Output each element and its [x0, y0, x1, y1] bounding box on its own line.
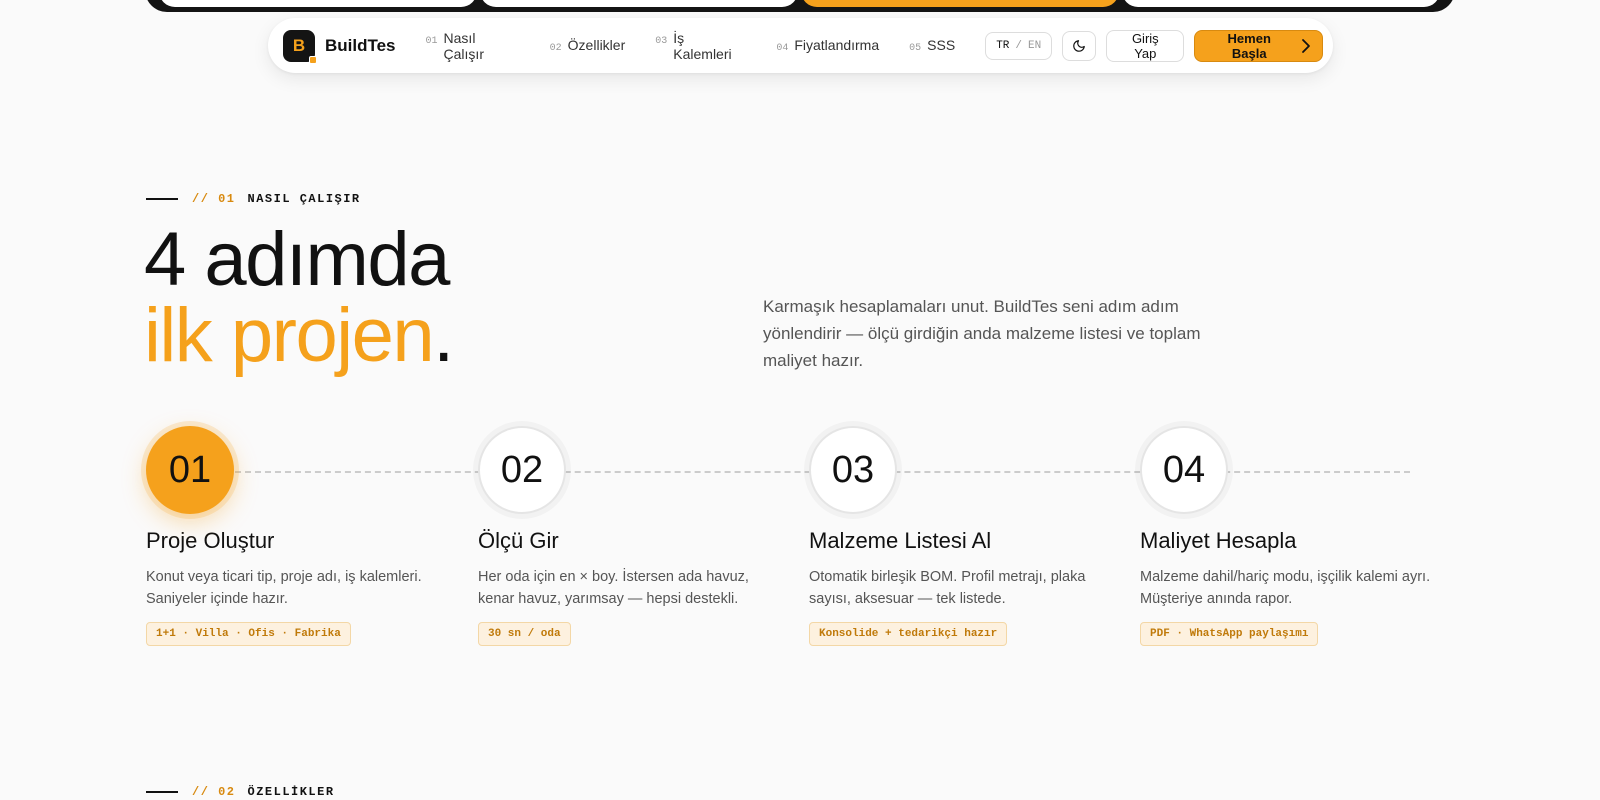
nav-link-label: Nasıl Çalışır	[443, 29, 484, 62]
step-title: Malzeme Listesi Al	[809, 528, 992, 553]
step-number-circle: 04	[1140, 426, 1228, 514]
nav-link-number: 02	[549, 43, 562, 54]
nav-links: 01 Nasıl Çalışır 02 Özellikler 03 İş Kal…	[426, 30, 986, 62]
step-number-circle: 01	[146, 426, 234, 514]
step-title: Ölçü Gir	[478, 528, 559, 553]
nav-link-fiyatlandirma[interactable]: 04 Fiyatlandırma	[776, 37, 879, 54]
section-label-line	[146, 198, 178, 200]
headline-period: .	[433, 293, 454, 378]
nav-link-label: SSS	[927, 37, 956, 53]
step-card: 02 Ölçü Gir Her oda için en × boy. İster…	[478, 426, 788, 646]
step-card: 04 Maliyet Hesapla Malzeme dahil/hariç m…	[1140, 426, 1450, 646]
nav-link-ozellikler[interactable]: 02 Özellikler	[550, 37, 626, 54]
theme-toggle-button[interactable]	[1062, 30, 1097, 61]
top-card	[1122, 0, 1440, 7]
step-description: Malzeme dahil/hariç modu, işçilik kalemi…	[1140, 569, 1431, 607]
lang-separator: /	[1015, 39, 1022, 52]
step-card: 03 Malzeme Listesi Al Otomatik birleşik …	[809, 426, 1119, 646]
navbar: B BuildTes 01 Nasıl Çalışır 02 Özellikle…	[268, 18, 1333, 73]
brand-logo-letter: B	[292, 35, 306, 55]
nav-actions: TR / EN Giriş Yap Hemen Başla	[985, 29, 1324, 62]
step-tag: PDF · WhatsApp paylaşımı	[1140, 622, 1319, 646]
nav-link-is-kalemleri[interactable]: 03 İş Kalemleri	[655, 30, 746, 62]
get-started-label: Hemen Başla	[1227, 30, 1271, 61]
step-card: 01 Proje Oluştur Konut veya ticari tip, …	[146, 426, 456, 646]
step-tag: Konsolide + tedarikçi hazır	[809, 622, 1008, 646]
chevron-right-icon	[1302, 38, 1310, 53]
headline-line-1: 4 adımda	[144, 217, 450, 302]
lang-en[interactable]: EN	[1028, 40, 1041, 52]
nav-link-number: 04	[776, 43, 789, 54]
step-tag: 1+1 · Villa · Ofis · Fabrika	[146, 622, 351, 646]
section-code: // 01	[192, 192, 236, 206]
step-description: Her oda için en × boy. İstersen ada havu…	[478, 569, 749, 607]
section-label-features: // 02 ÖZELLİKLER	[146, 785, 335, 799]
step-tag: 30 sn / oda	[478, 622, 571, 646]
section-code: // 02	[192, 785, 236, 799]
step-title: Proje Oluştur	[146, 528, 275, 553]
top-card	[480, 0, 798, 7]
nav-link-number: 03	[655, 35, 668, 47]
nav-link-sss[interactable]: 05 SSS	[909, 37, 955, 54]
top-strip	[145, 0, 1455, 12]
nav-link-label: İş Kalemleri	[673, 29, 732, 62]
moon-icon	[1073, 39, 1086, 52]
nav-link-number: 05	[909, 43, 922, 54]
nav-link-nasil-calisir[interactable]: 01 Nasıl Çalışır	[426, 30, 520, 62]
brand-logo-dot	[308, 55, 317, 64]
step-title: Maliyet Hesapla	[1140, 528, 1297, 553]
top-card-active	[801, 0, 1119, 7]
nav-link-label: Özellikler	[567, 37, 626, 53]
step-number-circle: 02	[478, 426, 566, 514]
get-started-button[interactable]: Hemen Başla	[1194, 29, 1324, 62]
step-number-circle: 03	[809, 426, 897, 514]
headline-line-2: ilk projen.	[144, 298, 454, 374]
top-card	[159, 0, 477, 7]
brand-name[interactable]: BuildTes	[325, 36, 396, 56]
step-description: Konut veya ticari tip, proje adı, iş kal…	[146, 569, 422, 607]
step-description: Otomatik birleşik BOM. Profil metrajı, p…	[809, 569, 1086, 607]
section-label-how-it-works: // 01 NASIL ÇALIŞIR	[146, 192, 361, 206]
language-switcher[interactable]: TR / EN	[985, 31, 1053, 60]
lang-tr[interactable]: TR	[996, 40, 1009, 52]
brand-logo[interactable]: B	[283, 29, 317, 64]
nav-link-label: Fiyatlandırma	[794, 37, 880, 53]
section-name: NASIL ÇALIŞIR	[247, 192, 361, 206]
nav-link-number: 01	[425, 35, 438, 47]
section-headline: 4 adımda ilk projen.	[144, 217, 454, 374]
section-lead: Karmaşık hesaplamaları unut. BuildTes se…	[763, 297, 1201, 370]
section-label-line	[146, 791, 178, 793]
section-name: ÖZELLİKLER	[247, 785, 335, 799]
login-button[interactable]: Giriş Yap	[1106, 29, 1185, 62]
headline-line-2-text: ilk projen	[144, 293, 435, 378]
